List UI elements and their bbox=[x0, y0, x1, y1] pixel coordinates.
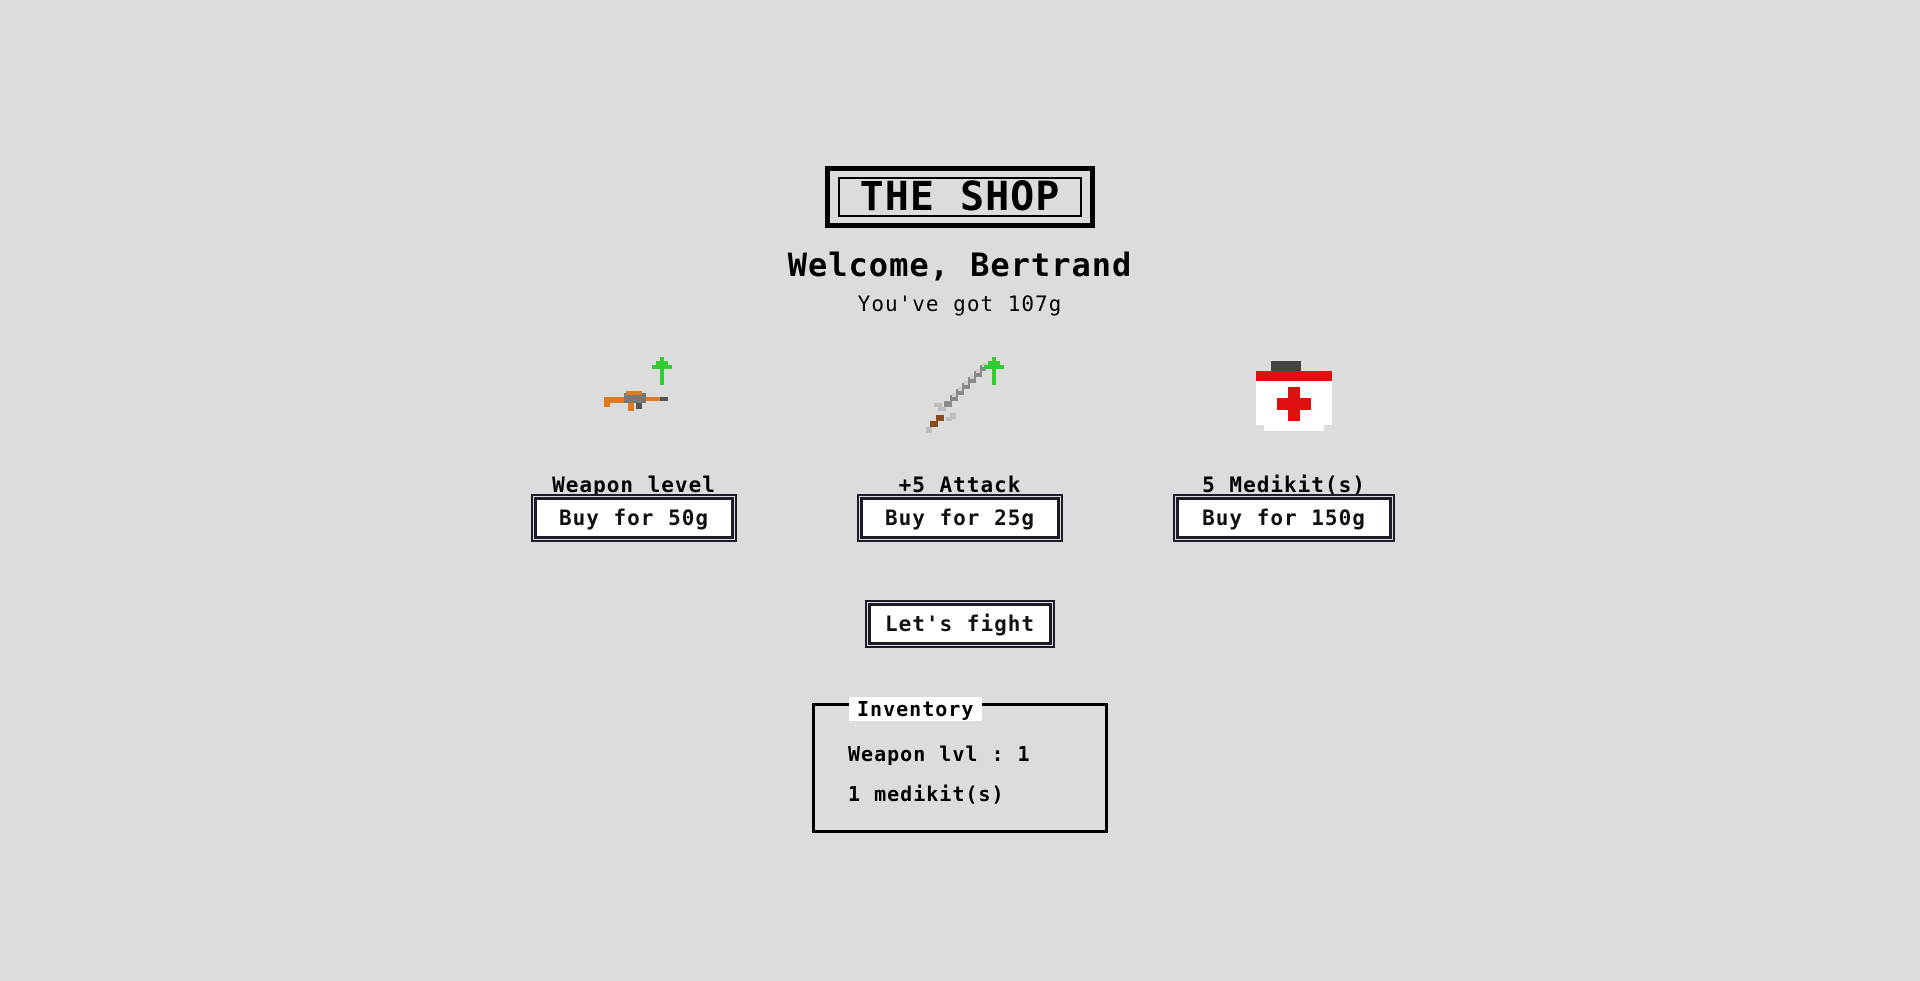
shop-item-weapon-level: Weapon level Buy for 50g bbox=[504, 355, 764, 539]
gold-amount: You've got 107g bbox=[857, 292, 1063, 316]
inventory-legend: Inventory bbox=[849, 697, 983, 721]
shop-title-frame: THE SHOP bbox=[825, 166, 1095, 228]
buy-medikits-button[interactable]: Buy for 150g bbox=[1176, 497, 1392, 539]
item-label: 5 Medikit(s) bbox=[1202, 473, 1366, 497]
lets-fight-button[interactable]: Let's fight bbox=[868, 603, 1052, 645]
medikit-icon bbox=[1234, 355, 1334, 455]
item-label: Weapon level bbox=[552, 473, 716, 497]
buy-weapon-level-button[interactable]: Buy for 50g bbox=[534, 497, 734, 539]
inventory-medikits: 1 medikit(s) bbox=[848, 782, 1005, 806]
buy-attack-button[interactable]: Buy for 25g bbox=[860, 497, 1060, 539]
welcome-text: Welcome, Bertrand bbox=[787, 246, 1133, 284]
item-label: +5 Attack bbox=[898, 473, 1022, 497]
shop-item-attack: +5 Attack Buy for 25g bbox=[830, 355, 1090, 539]
inventory-weapon-level: Weapon lvl : 1 bbox=[848, 742, 1031, 766]
inventory-panel: Inventory Weapon lvl : 1 1 medikit(s) bbox=[812, 697, 1108, 833]
shop-item-medikits: 5 Medikit(s) Buy for 150g bbox=[1154, 355, 1414, 539]
shop-screen: THE SHOP Welcome, Bertrand You've got 10… bbox=[0, 0, 1920, 981]
shop-title: THE SHOP bbox=[838, 174, 1082, 220]
fight-section: Let's fight bbox=[0, 603, 1920, 645]
sword-upgrade-icon bbox=[910, 355, 1010, 455]
rifle-upgrade-icon bbox=[584, 355, 684, 455]
